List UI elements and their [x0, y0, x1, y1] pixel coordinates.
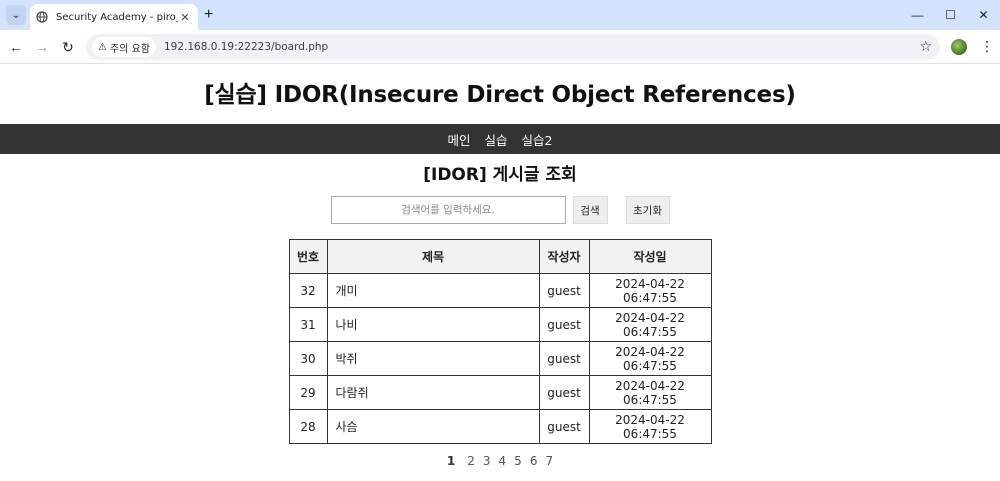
post-author: guest: [538, 341, 590, 376]
tab-strip: ⌄ Security Academy - piro_im ✕ + — ☐ ✕: [0, 0, 1000, 30]
page-title: [실습] IDOR(Insecure Direct Object Referen…: [204, 82, 796, 108]
search-form: 검색 초기화: [0, 196, 1000, 224]
table-row: 32 개미 guest 2024-04-22 06:47:55: [288, 273, 712, 308]
maximize-icon[interactable]: ☐: [934, 0, 967, 30]
forward-arrow-icon[interactable]: →: [33, 38, 51, 56]
table-row: 28 사슴 guest 2024-04-22 06:47:55: [288, 409, 712, 444]
page-link[interactable]: 5: [514, 454, 522, 468]
window-close-icon[interactable]: ✕: [967, 0, 1000, 30]
header-author: 작성자: [538, 239, 590, 274]
post-author: guest: [538, 273, 590, 308]
globe-icon: [36, 11, 48, 23]
post-author: guest: [538, 375, 590, 410]
new-tab-icon[interactable]: +: [204, 6, 213, 24]
post-date: 2024-04-22 06:47:55: [588, 375, 712, 410]
header-title: 제목: [326, 239, 540, 274]
section-title: [IDOR] 게시글 조회: [423, 165, 577, 185]
nav-main-link[interactable]: 메인: [448, 130, 471, 149]
warning-icon: ⚠: [98, 41, 107, 53]
security-chip[interactable]: ⚠ 주의 요함: [92, 37, 156, 57]
post-title-link[interactable]: 개미: [326, 273, 540, 308]
header-number: 번호: [288, 239, 328, 274]
search-input[interactable]: [330, 196, 566, 224]
post-author: guest: [538, 307, 590, 342]
table-header-row: 번호 제목 작성자 작성일: [288, 239, 712, 274]
table-row: 29 다람쥐 guest 2024-04-22 06:47:55: [288, 375, 712, 410]
security-label: 주의 요함: [109, 43, 150, 55]
post-number: 28: [288, 409, 328, 444]
page-link[interactable]: 7: [545, 454, 553, 468]
browser-toolbar: ← → ↻ ⚠ 주의 요함 192.168.0.19:22223/board.p…: [0, 30, 1000, 64]
browser-tab[interactable]: Security Academy - piro_im ✕: [30, 4, 198, 30]
search-button[interactable]: 검색: [572, 196, 608, 224]
tab-title: Security Academy - piro_im: [56, 11, 178, 23]
page-current: 1: [446, 454, 456, 468]
table-row: 30 박쥐 guest 2024-04-22 06:47:55: [288, 341, 712, 376]
post-number: 30: [288, 341, 328, 376]
tab-search-button[interactable]: ⌄: [6, 5, 26, 25]
page-link[interactable]: 4: [499, 454, 507, 468]
close-tab-icon[interactable]: ✕: [178, 11, 192, 24]
minimize-icon[interactable]: —: [901, 0, 934, 30]
reload-icon[interactable]: ↻: [59, 38, 77, 56]
post-title-link[interactable]: 사슴: [326, 409, 540, 444]
board-table: 번호 제목 작성자 작성일 32 개미 guest 2024-04-22 06:…: [288, 239, 712, 444]
post-author: guest: [538, 409, 590, 444]
reset-button[interactable]: 초기화: [625, 196, 670, 224]
page-link[interactable]: 2: [467, 454, 475, 468]
menu-kebab-icon[interactable]: ⋮: [980, 38, 994, 55]
post-date: 2024-04-22 06:47:55: [588, 409, 712, 444]
post-date: 2024-04-22 06:47:55: [588, 273, 712, 308]
post-title-link[interactable]: 나비: [326, 307, 540, 342]
post-title-link[interactable]: 박쥐: [326, 341, 540, 376]
post-number: 32: [288, 273, 328, 308]
post-date: 2024-04-22 06:47:55: [588, 341, 712, 376]
post-number: 31: [288, 307, 328, 342]
header-date: 작성일: [588, 239, 712, 274]
chevron-down-icon: ⌄: [11, 9, 21, 21]
post-title-link[interactable]: 다람쥐: [326, 375, 540, 410]
post-date: 2024-04-22 06:47:55: [588, 307, 712, 342]
pagination: 1 2 3 4 5 6 7: [0, 454, 1000, 468]
profile-avatar[interactable]: [951, 39, 967, 55]
address-bar[interactable]: ⚠ 주의 요함 192.168.0.19:22223/board.php ☆: [86, 34, 940, 60]
nav-practice-link[interactable]: 실습: [485, 130, 508, 149]
bookmark-star-icon[interactable]: ☆: [919, 38, 932, 55]
nav-practice2-link[interactable]: 실습2: [522, 130, 553, 149]
post-number: 29: [288, 375, 328, 410]
back-arrow-icon[interactable]: ←: [7, 38, 25, 56]
table-row: 31 나비 guest 2024-04-22 06:47:55: [288, 307, 712, 342]
page-link[interactable]: 6: [530, 454, 538, 468]
page-link[interactable]: 3: [483, 454, 491, 468]
url-text[interactable]: 192.168.0.19:22223/board.php: [164, 41, 328, 53]
main-nav: 메인 실습 실습2: [0, 124, 1000, 154]
